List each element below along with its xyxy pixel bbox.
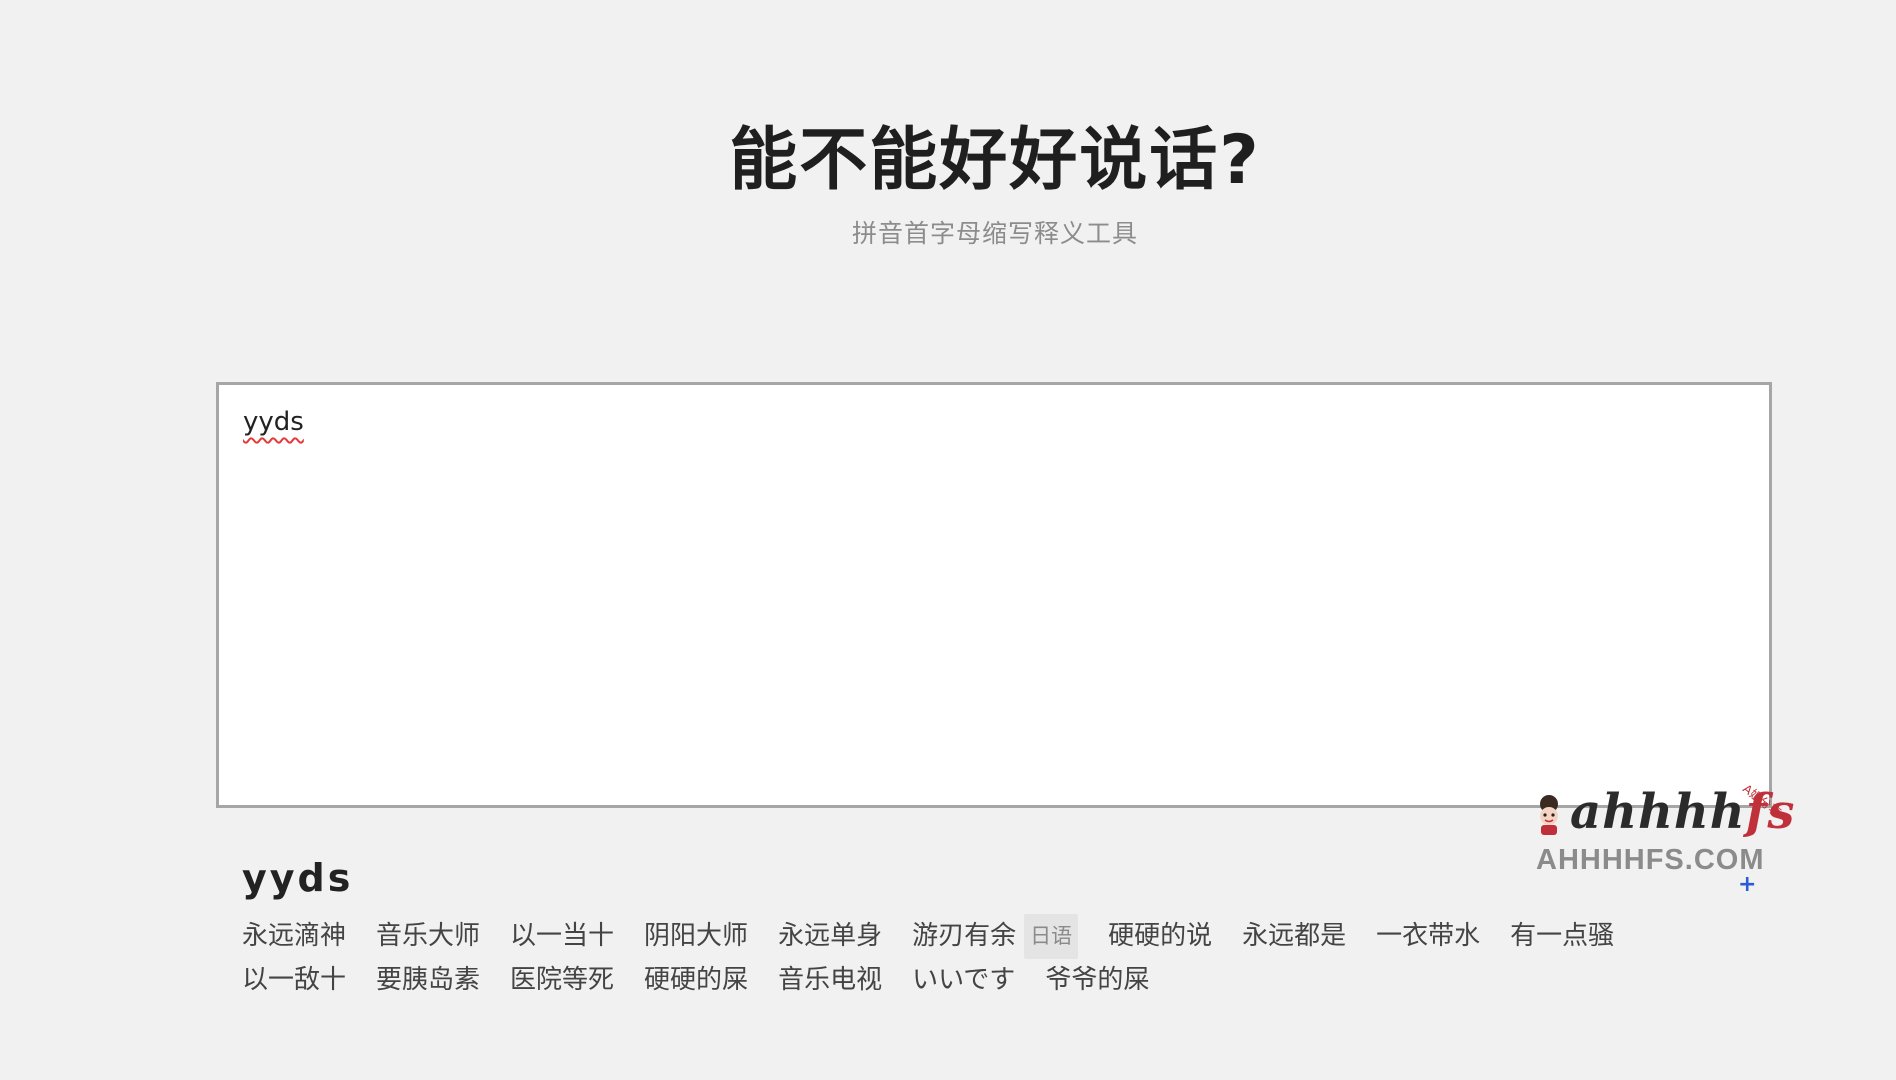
result-tag[interactable]: いいです (912, 959, 1015, 1002)
page-title: 能不能好好说话? (729, 121, 1261, 200)
language-badge: 日语 (1024, 913, 1079, 959)
abbreviation-input[interactable]: yyds (216, 382, 1772, 808)
result-tag[interactable]: 阴阳大师 (644, 914, 748, 959)
result-tag[interactable]: 硬硬的说 (1108, 914, 1212, 959)
result-tag[interactable]: 爷爷的屎 (1045, 959, 1149, 1002)
result-tag[interactable]: 游刃有余 日语 (912, 913, 1079, 959)
result-tag[interactable]: 一衣带水 (1376, 914, 1480, 959)
page: 能不能好好说话? 拼音首字母缩写释义工具 yyds yyds 永远滴神 音乐大师以… (0, 0, 1896, 1080)
result-tag-text: 有一点骚 (1510, 920, 1615, 951)
result-tag-text: 以一敌十 (242, 964, 347, 995)
result-tag-text: 爷爷的屎 (1045, 964, 1150, 995)
result-tag[interactable]: 永远都是 (1242, 914, 1346, 959)
result-tag[interactable]: 硬硬的屎 (644, 959, 748, 1002)
input-text: yyds (243, 407, 304, 437)
watermark-domain: AHHHHFS.COM (1536, 844, 1765, 876)
page-subtitle: 拼音首字母缩写释义工具 (851, 219, 1138, 248)
result-tag-text: 硬硬的屎 (644, 964, 749, 995)
result-tag-text: 音乐大师 (376, 920, 481, 951)
result-tag-text: 游刃有余 (912, 920, 1017, 951)
result-tag[interactable]: 永远单身 (778, 914, 882, 959)
result-tag-text: 以一当十 (510, 920, 615, 951)
result-tag-text: 医院等死 (510, 964, 615, 995)
result-tag[interactable]: 音乐大师 (376, 914, 480, 959)
result-tag-text: いいです (912, 964, 1016, 995)
result-tag-text: 阴阳大师 (644, 920, 749, 951)
watermark-logo: ahhhhfs A姐分享 AHHHHFS.COM + (1528, 782, 1808, 897)
result-tag-text: 硬硬的说 (1108, 920, 1213, 951)
result-tag-text: 一衣带水 (1376, 920, 1481, 951)
result-tag[interactable]: 音乐电视 (778, 959, 882, 1002)
result-keyword: yyds (242, 856, 354, 900)
result-tag[interactable]: 有一点骚 (1510, 914, 1614, 959)
result-tag-text: 永远都是 (1242, 920, 1347, 951)
result-tag-text: 永远单身 (778, 920, 883, 951)
plus-icon: + (1738, 872, 1757, 897)
result-tag[interactable]: 以一当十 (510, 914, 614, 959)
result-tag-text: 永远滴神 (242, 920, 347, 951)
result-tag-text: 要胰岛素 (376, 964, 481, 995)
result-tag[interactable]: 以一敌十 (242, 959, 346, 1002)
result-tag[interactable]: 要胰岛素 (376, 959, 480, 1002)
result-tag-list: 永远滴神 音乐大师 以一当十 阴阳大师 永远单身 游刃有余 日语 硬硬的说 永远都是 一衣带水 有一… (242, 913, 1722, 1002)
result-panel: yyds 永远滴神 音乐大师 以一当十 阴阳大师 永远单身 游刃有余 日语 硬硬的说 永远都是一… (242, 856, 1742, 1002)
result-tag-text: 音乐电视 (778, 964, 883, 995)
result-tag[interactable]: 医院等死 (510, 959, 614, 1002)
result-tag[interactable]: 永远滴神 (242, 914, 346, 959)
mascot-face-icon (1540, 795, 1558, 835)
